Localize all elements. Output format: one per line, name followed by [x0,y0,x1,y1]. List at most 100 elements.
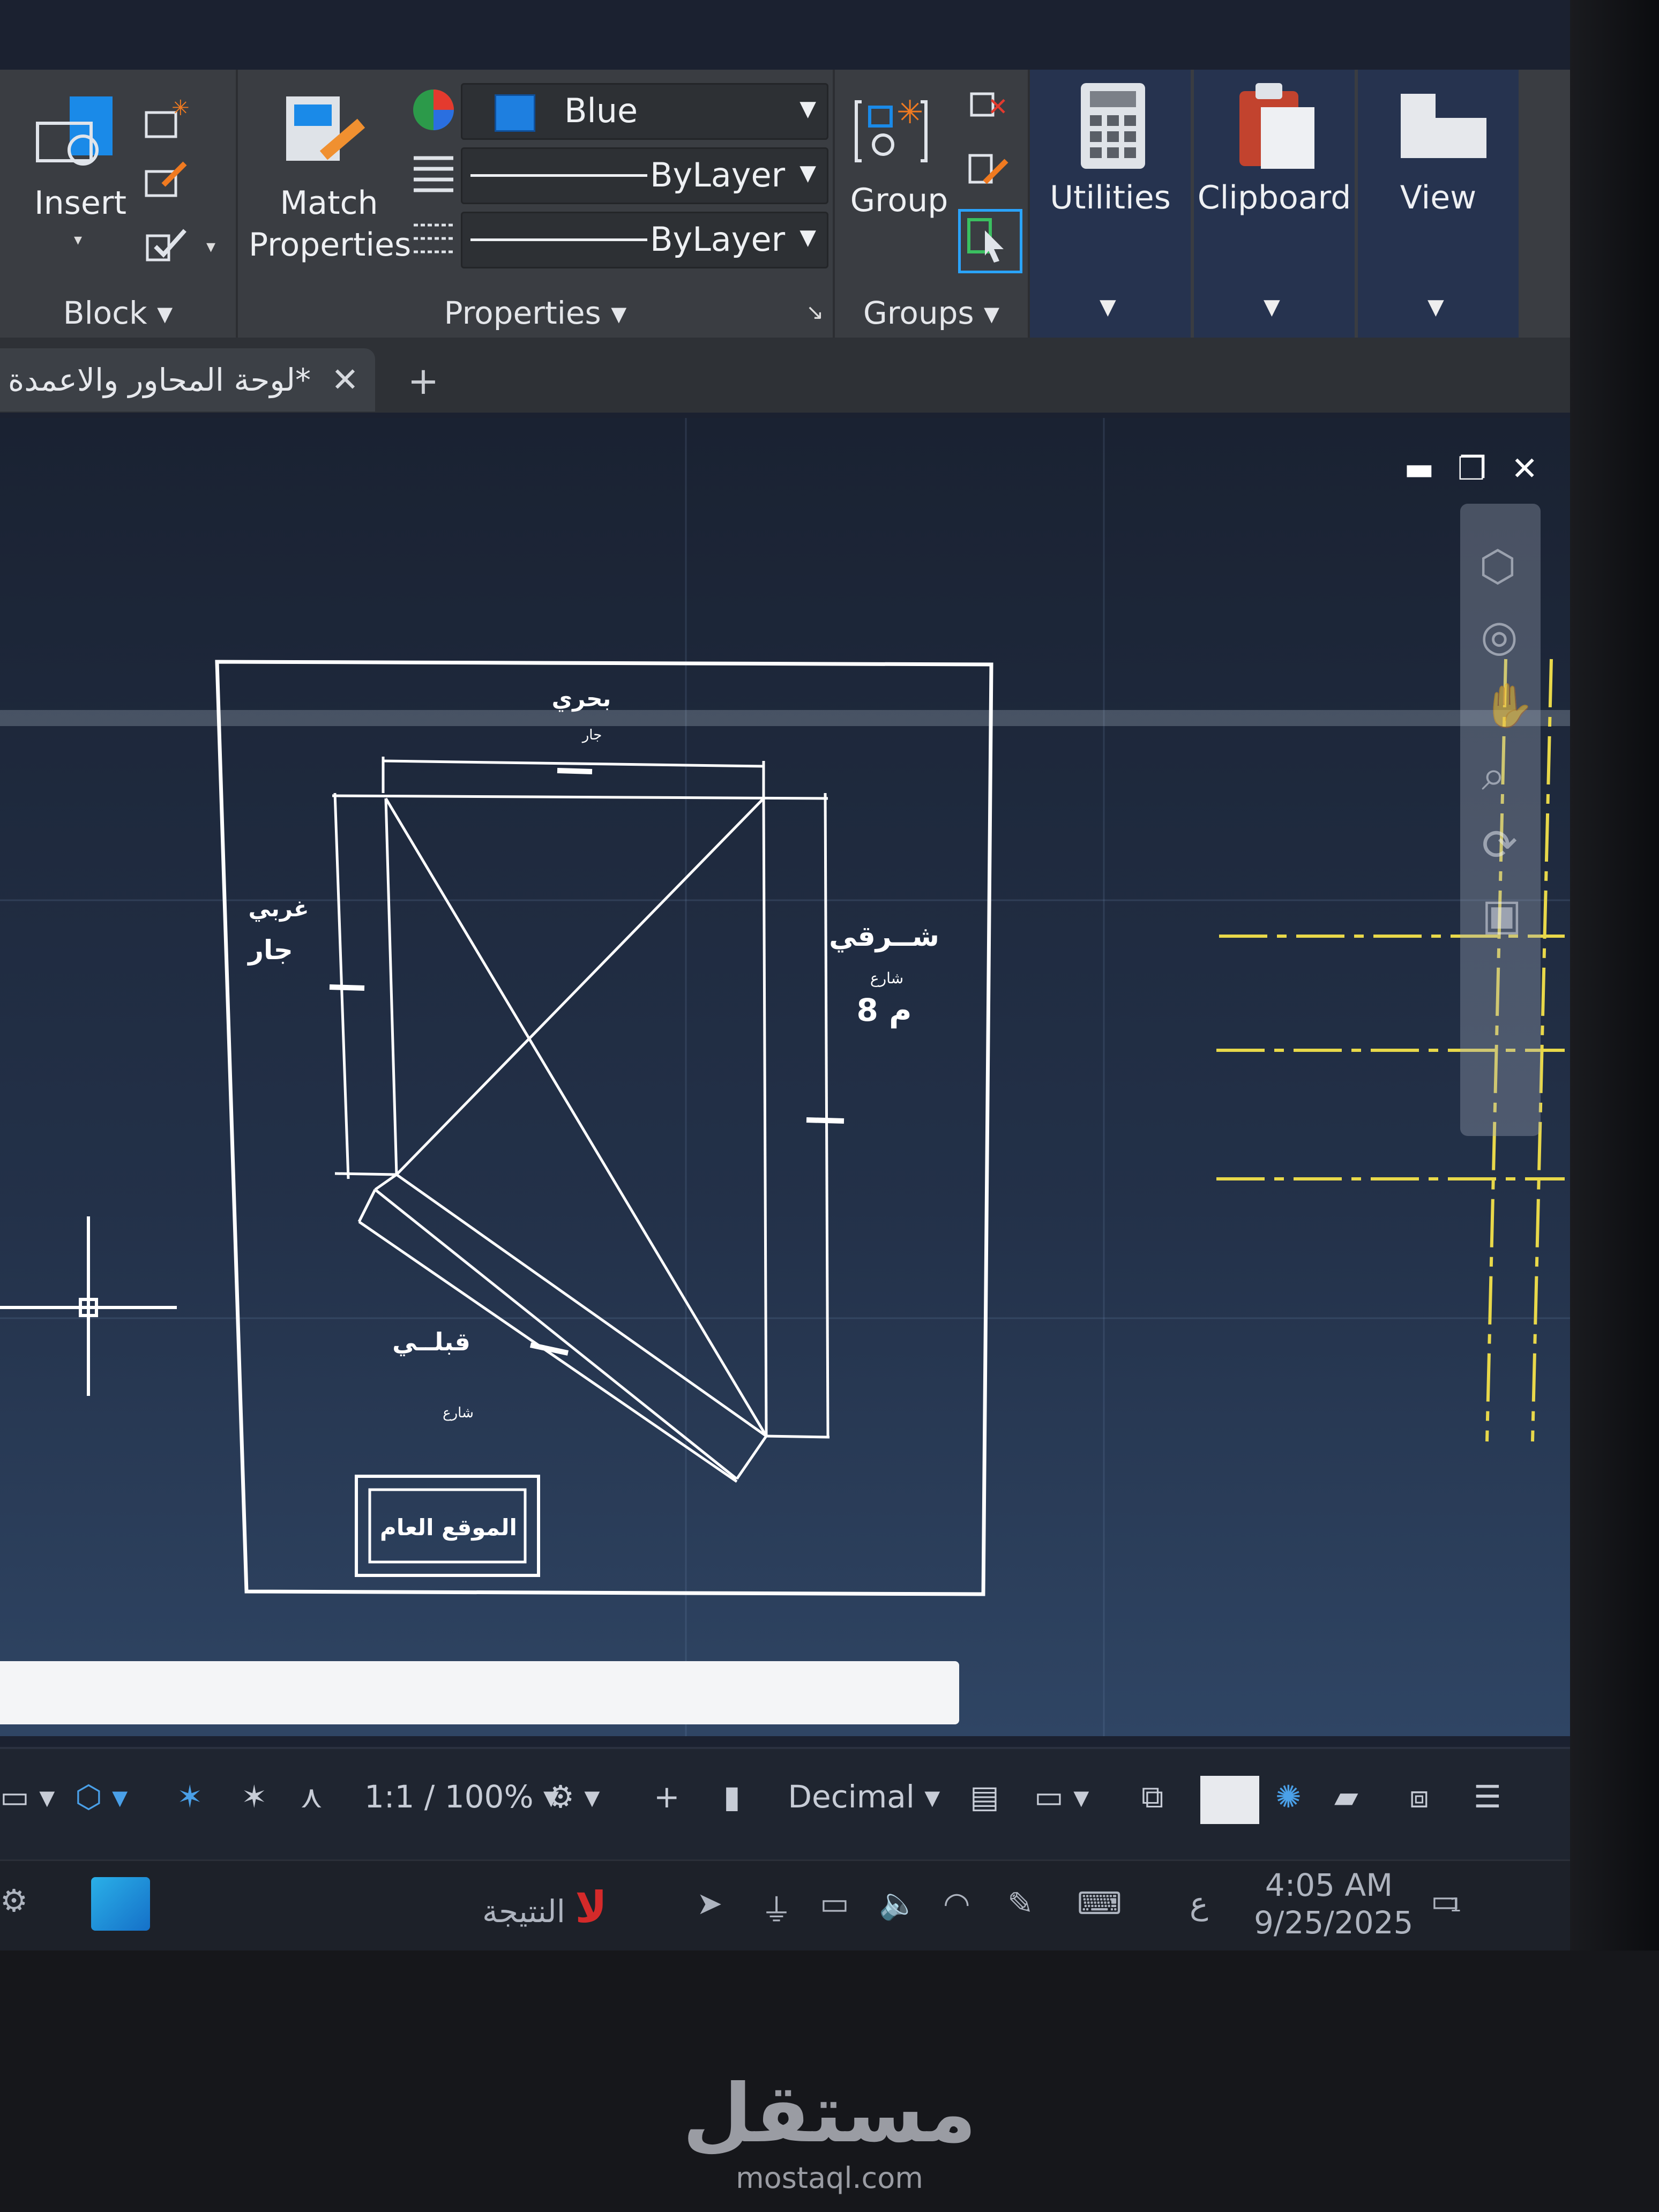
photos-app-icon[interactable] [91,1877,150,1931]
color-value: Blue [564,91,638,130]
cad-drawing[interactable]: بحري جار غربي جار شــرقي شارع 8 م قبلــي… [0,418,1570,1736]
isolate-objects-icon[interactable]: ⧉ [1141,1778,1163,1815]
clean-screen-icon[interactable]: ▰ [1334,1778,1358,1815]
chevron-down-icon: ▼ [1100,295,1116,319]
clipboard-label: Clipboard [1197,179,1351,216]
chevron-down-icon: ▼ [1428,295,1444,319]
groups-panel-title[interactable]: Groups ▾ [835,295,1028,331]
chevron-down-icon: ▼ [1264,295,1280,319]
svg-text:✳: ✳ [171,96,190,121]
group-selection-icon[interactable] [958,209,1022,273]
insert-block-icon[interactable] [32,91,123,171]
group-edit-icon[interactable] [963,147,1012,196]
pan-icon[interactable]: ✋ [1482,681,1535,731]
language-indicator[interactable]: ع [1190,1885,1208,1922]
lineweight-dropdown[interactable]: ByLayer ▼ [461,212,828,268]
tab-label: لوحة المحاور والاعمدة* [8,362,311,398]
block-attribute-icon[interactable] [142,220,190,268]
north-sub-label: جار [581,727,602,743]
annotation-visibility-icon[interactable]: ✶ [241,1778,267,1815]
notification-icon[interactable]: ▭1 [1431,1882,1462,1919]
create-block-icon[interactable]: ✳ [142,96,190,145]
title-block-text: الموقع العام [380,1514,517,1541]
command-line-input[interactable] [0,1661,959,1724]
pen-icon[interactable]: ✎ [1007,1885,1034,1922]
view-icon [1398,91,1489,161]
clock[interactable]: 4:05 AM 9/25/2025 [1254,1866,1414,1941]
settings-icon[interactable]: ⚙ [0,1882,28,1919]
isometric-icon[interactable]: ⬡ ▾ [75,1778,128,1815]
calculator-icon [1078,80,1148,171]
panel-launcher-icon[interactable]: ↘ [806,300,824,325]
color-dropdown[interactable]: Blue ▼ [461,83,828,140]
view-panel[interactable]: View ▼ [1358,70,1522,338]
wifi-icon[interactable]: ◠ [943,1885,970,1922]
chevron-down-icon[interactable]: ▾ [74,230,82,249]
match-properties-button[interactable]: Match Properties [249,182,412,266]
usb-icon[interactable]: ⏚ [761,1885,792,1930]
match-properties-line2: Properties [249,226,412,264]
east-width-label: 8 م [856,992,911,1028]
model-space-icon[interactable]: ▭ ▾ [0,1778,55,1815]
orbit-icon[interactable]: ⟳ [1482,820,1518,870]
group-button[interactable]: Group [846,180,953,221]
line-sample [470,238,647,241]
volume-icon[interactable]: 🔈 [879,1885,917,1922]
view-label: View [1400,179,1477,216]
annotation-monitor-icon[interactable]: ✶ [177,1778,203,1815]
lineweight-icon[interactable] [409,214,458,263]
plot-lines [332,757,830,1483]
linetype-icon[interactable] [409,150,458,198]
drawing-viewport[interactable]: ▬ ❐ ✕ بحري جار غربي جار شــرقي شارع 8 م … [0,418,1570,1736]
tab-active-drawing[interactable]: لوحة المحاور والاعمدة* ✕ [0,348,375,412]
lock-ui-icon[interactable]: ▭ ▾ [1034,1778,1089,1815]
app-brand-icon: ﻻ [575,1882,607,1932]
match-properties-icon[interactable] [281,91,372,171]
fullscreen-icon[interactable]: ⧈ [1409,1778,1429,1815]
color-swatch [495,94,535,132]
status-bar: ▭ ▾ ⬡ ▾ ✶ ✶ ⋏ 1:1 / 100% ▾ ⚙ ▾ + ▮ Decim… [0,1747,1570,1867]
linetype-dropdown[interactable]: ByLayer ▼ [461,147,828,204]
new-tab-button[interactable]: + [402,357,445,405]
steering-wheel-icon[interactable]: ◎ [1481,611,1518,661]
grid-lines [0,418,1570,1736]
block-panel-title[interactable]: Block ▾ [0,295,236,331]
group-icon[interactable]: ✳ [851,91,942,171]
watermark-main: مستقل [682,2067,977,2161]
navigation-bar[interactable]: ⬡ ◎ ✋ ⌕ ⟳ ▣ [1460,504,1541,1136]
utilities-panel[interactable]: Utilities ▼ [1030,70,1194,338]
chevron-down-icon: ▼ [799,225,816,250]
west-label: غربي [248,895,309,922]
west-sub-label: جار [246,935,293,966]
scale-value: 1:1 / 100% [364,1778,534,1815]
east-sub-label: شارع [870,969,903,987]
viewcube-icon[interactable]: ⬡ [1479,541,1516,591]
keyboard-icon[interactable]: ⌨ [1077,1885,1122,1922]
showmotion-icon[interactable]: ▣ [1482,890,1522,939]
zoom-icon[interactable]: ⌕ [1482,750,1506,801]
date: 9/25/2025 [1254,1904,1414,1941]
plus-icon[interactable]: + [654,1778,680,1815]
battery-icon[interactable]: ▭ [820,1885,849,1922]
send-icon[interactable]: ➤ [697,1885,723,1922]
hardware-acceleration-icon[interactable] [1200,1776,1259,1824]
graphics-icon[interactable]: ✺ [1275,1778,1302,1815]
properties-panel-title[interactable]: Properties ▾ [238,295,833,331]
ungroup-icon[interactable]: ✕ [963,86,1012,134]
chevron-down-icon[interactable]: ▾ [206,236,215,257]
units-dropdown[interactable]: ▮ Decimal ▾ [723,1778,940,1815]
units-value: Decimal [788,1778,915,1815]
quick-properties-icon[interactable]: ▤ [970,1778,999,1815]
north-label: بحري [552,685,611,712]
annotation-scale[interactable]: 1:1 / 100% ▾ [364,1778,559,1815]
gear-icon[interactable]: ⚙ ▾ [547,1778,600,1815]
clipboard-icon [1237,80,1317,171]
app-label[interactable]: ﻻ النتيجة [466,1882,607,1932]
auto-scale-icon[interactable]: ⋏ [300,1778,323,1815]
edit-block-icon[interactable] [142,155,190,204]
menu-icon[interactable]: ☰ [1474,1778,1501,1815]
close-icon[interactable]: ✕ [331,348,359,412]
clipboard-panel[interactable]: Clipboard ▼ [1194,70,1358,338]
color-wheel-icon[interactable] [409,86,458,134]
insert-button[interactable]: Insert [32,182,129,224]
